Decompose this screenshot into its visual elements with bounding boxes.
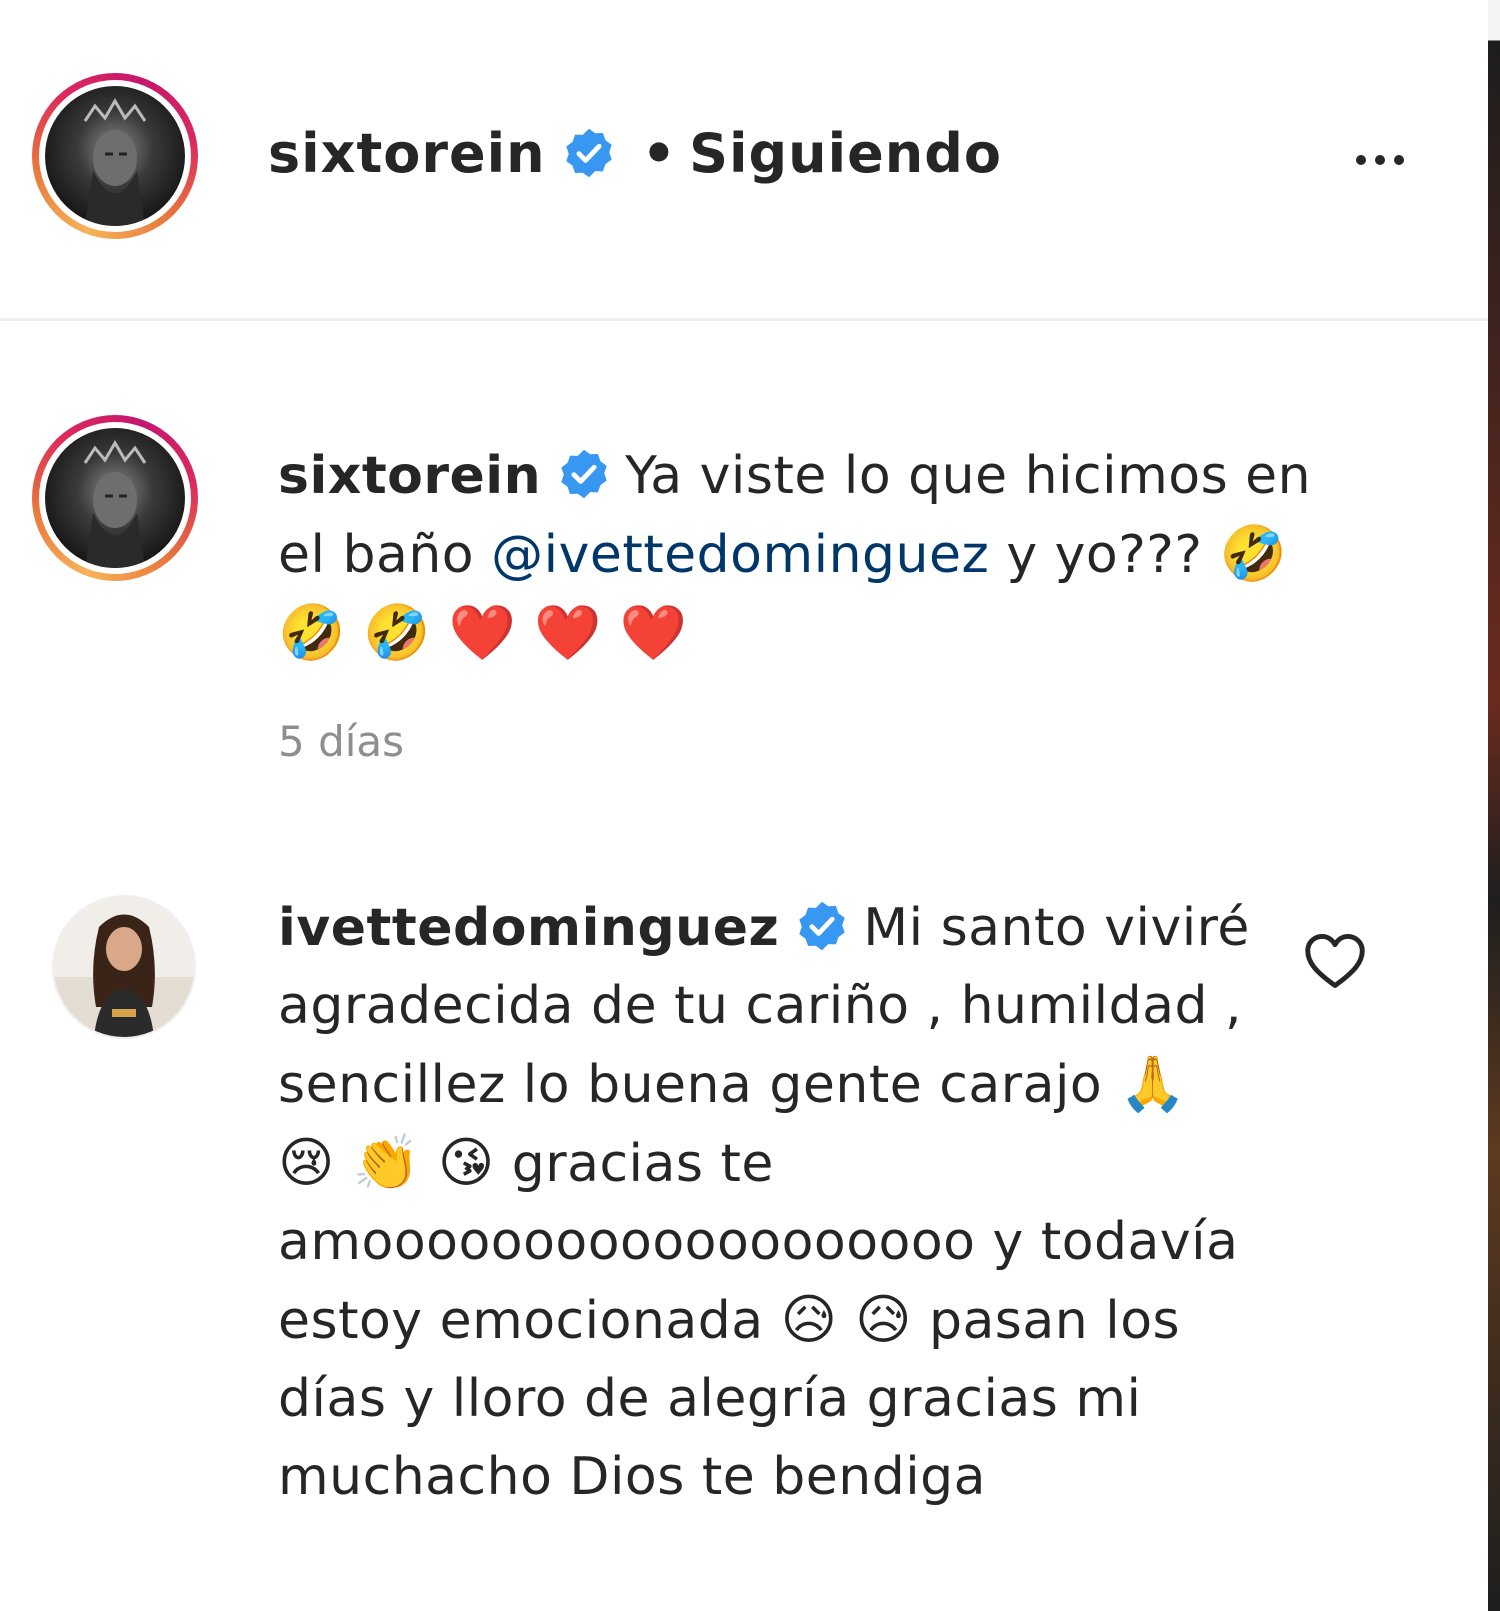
avatar[interactable] xyxy=(52,895,196,1039)
caption-body-end: y yo??? xyxy=(1006,525,1203,585)
separator-dot: • xyxy=(641,122,678,185)
post-header: sixtorein • Siguiendo xyxy=(0,0,1488,321)
story-ring-avatar[interactable] xyxy=(32,415,198,581)
avatar xyxy=(45,428,185,568)
mention-link[interactable]: @ivettedominguez xyxy=(491,525,989,585)
post-timestamp[interactable]: 5 días xyxy=(278,717,404,766)
verified-badge-icon xyxy=(557,445,611,499)
caption-text: sixtorein Ya viste lo que hicimos en el b… xyxy=(278,437,1353,673)
verified-badge-icon xyxy=(562,126,616,180)
heart-outline-icon[interactable] xyxy=(1302,931,1372,993)
adjacent-window-edge xyxy=(1488,0,1500,1611)
comment-item: ivettedominguez Mi santo viviré agradecid… xyxy=(0,895,1488,1611)
caption-username[interactable]: sixtorein xyxy=(278,446,541,506)
avatar xyxy=(45,86,185,226)
more-options-icon[interactable] xyxy=(1340,130,1420,190)
story-ring-avatar[interactable] xyxy=(32,73,198,239)
comment-text: ivettedominguez Mi santo viviré agradecid… xyxy=(278,889,1258,1516)
header-username-row: sixtorein • Siguiendo xyxy=(268,118,1002,190)
caption-comment: sixtorein Ya viste lo que hicimos en el b… xyxy=(0,415,1488,795)
header-username[interactable]: sixtorein xyxy=(268,122,546,185)
comment-emojis-2: 😥 😥 xyxy=(780,1288,912,1351)
verified-badge-icon xyxy=(795,897,849,951)
comment-username[interactable]: ivettedominguez xyxy=(278,898,779,958)
following-button[interactable]: Siguiendo xyxy=(689,122,1002,185)
